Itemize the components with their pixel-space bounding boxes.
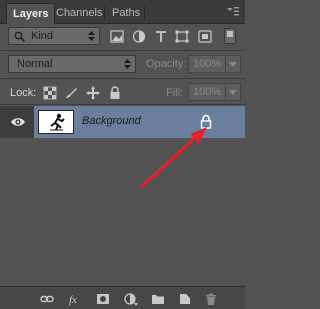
search-icon <box>14 31 25 42</box>
layer-lock-icon[interactable] <box>200 114 212 129</box>
divider <box>0 50 245 51</box>
blend-mode-value: Normal <box>17 58 53 70</box>
tab-paths[interactable]: Paths <box>106 3 146 24</box>
type-filter-icon[interactable] <box>154 30 168 43</box>
chevron-updown-icon <box>88 31 95 41</box>
fill-field[interactable]: 100% <box>188 83 226 101</box>
layer-name[interactable]: Background <box>82 115 141 127</box>
link-layers-icon[interactable] <box>40 292 54 306</box>
tab-channels[interactable]: Channels <box>50 3 108 24</box>
lock-position-icon[interactable] <box>86 86 100 100</box>
fx-icon[interactable]: fx <box>68 292 82 306</box>
add-mask-icon[interactable] <box>96 292 110 306</box>
adjustment-filter-icon[interactable] <box>132 30 146 43</box>
lock-all-icon[interactable] <box>108 86 122 100</box>
filter-toggle-switch[interactable] <box>224 28 236 44</box>
lock-image-pixels-icon[interactable] <box>64 86 78 100</box>
annotation-arrow <box>140 127 207 188</box>
shape-filter-icon[interactable] <box>175 30 189 43</box>
thumbnail-figure-icon <box>50 113 65 131</box>
panel-tab-bar: Layers Channels Paths <box>0 0 245 24</box>
tab-layers[interactable]: Layers <box>6 3 56 24</box>
lock-transparent-pixels-icon[interactable] <box>43 86 57 100</box>
chevron-updown-icon <box>124 59 131 69</box>
opacity-dropdown-button[interactable] <box>225 55 241 73</box>
divider <box>0 104 245 105</box>
lock-label: Lock: <box>10 87 37 99</box>
blend-mode-dropdown[interactable]: Normal <box>8 55 136 73</box>
visibility-eye-icon[interactable] <box>10 115 26 129</box>
smart-object-filter-icon[interactable] <box>198 30 212 43</box>
divider <box>0 78 245 79</box>
pixel-filter-icon[interactable] <box>110 30 124 43</box>
new-layer-icon[interactable] <box>178 292 192 306</box>
panel-menu-icon[interactable] <box>227 6 239 18</box>
opacity-label: Opacity: <box>146 58 187 70</box>
filter-kind-label: Kind <box>31 30 54 42</box>
filter-kind-dropdown[interactable]: Kind <box>8 27 100 45</box>
chevron-down-icon <box>229 62 237 67</box>
layers-footer-toolbar: fx <box>0 286 245 309</box>
trash-icon[interactable] <box>204 292 218 306</box>
tab-divider <box>104 6 105 21</box>
layer-row[interactable]: Background <box>0 106 245 138</box>
svg-text:fx: fx <box>69 294 77 306</box>
opacity-field[interactable]: 100% <box>188 55 226 73</box>
chevron-down-icon <box>229 90 237 95</box>
fill-dropdown-button[interactable] <box>225 83 241 101</box>
layer-thumbnail[interactable] <box>38 110 74 134</box>
adjustment-layer-icon[interactable] <box>124 292 138 306</box>
tab-divider <box>144 6 145 21</box>
fill-label: Fill: <box>166 87 184 99</box>
new-group-icon[interactable] <box>151 292 165 306</box>
